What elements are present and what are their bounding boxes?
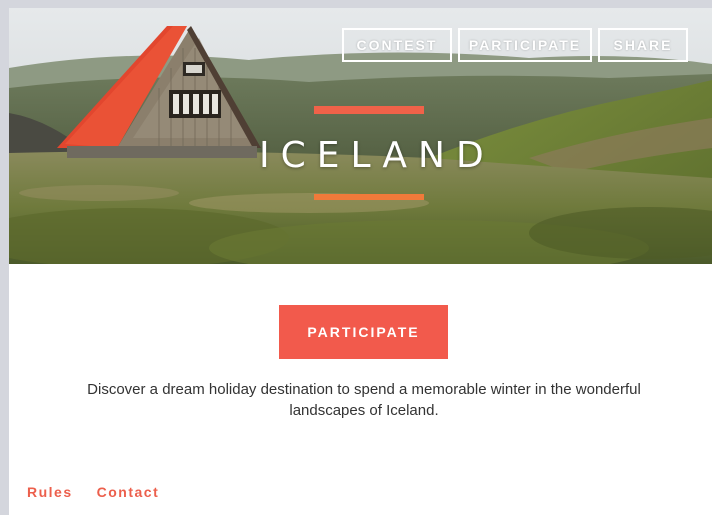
page-frame-left [0, 0, 9, 515]
participate-button[interactable]: PARTICIPATE [279, 305, 448, 359]
title-accent-bar-bottom [314, 194, 424, 200]
page-frame-top [0, 0, 712, 8]
nav-share-button[interactable]: SHARE [598, 28, 688, 62]
nav-contest-button[interactable]: CONTEST [342, 28, 452, 62]
footer-link-contact[interactable]: Contact [97, 484, 160, 500]
destination-description: Discover a dream holiday destination to … [87, 381, 641, 419]
hero-banner: CONTEST PARTICIPATE SHARE ICELAND [9, 8, 712, 264]
hero-title: ICELAND [259, 135, 495, 176]
title-accent-bar-top [314, 106, 424, 114]
footer-links: Rules Contact [27, 484, 159, 500]
footer-link-rules[interactable]: Rules [27, 484, 73, 500]
top-nav: CONTEST PARTICIPATE SHARE [342, 28, 688, 62]
nav-participate-button[interactable]: PARTICIPATE [458, 28, 592, 62]
